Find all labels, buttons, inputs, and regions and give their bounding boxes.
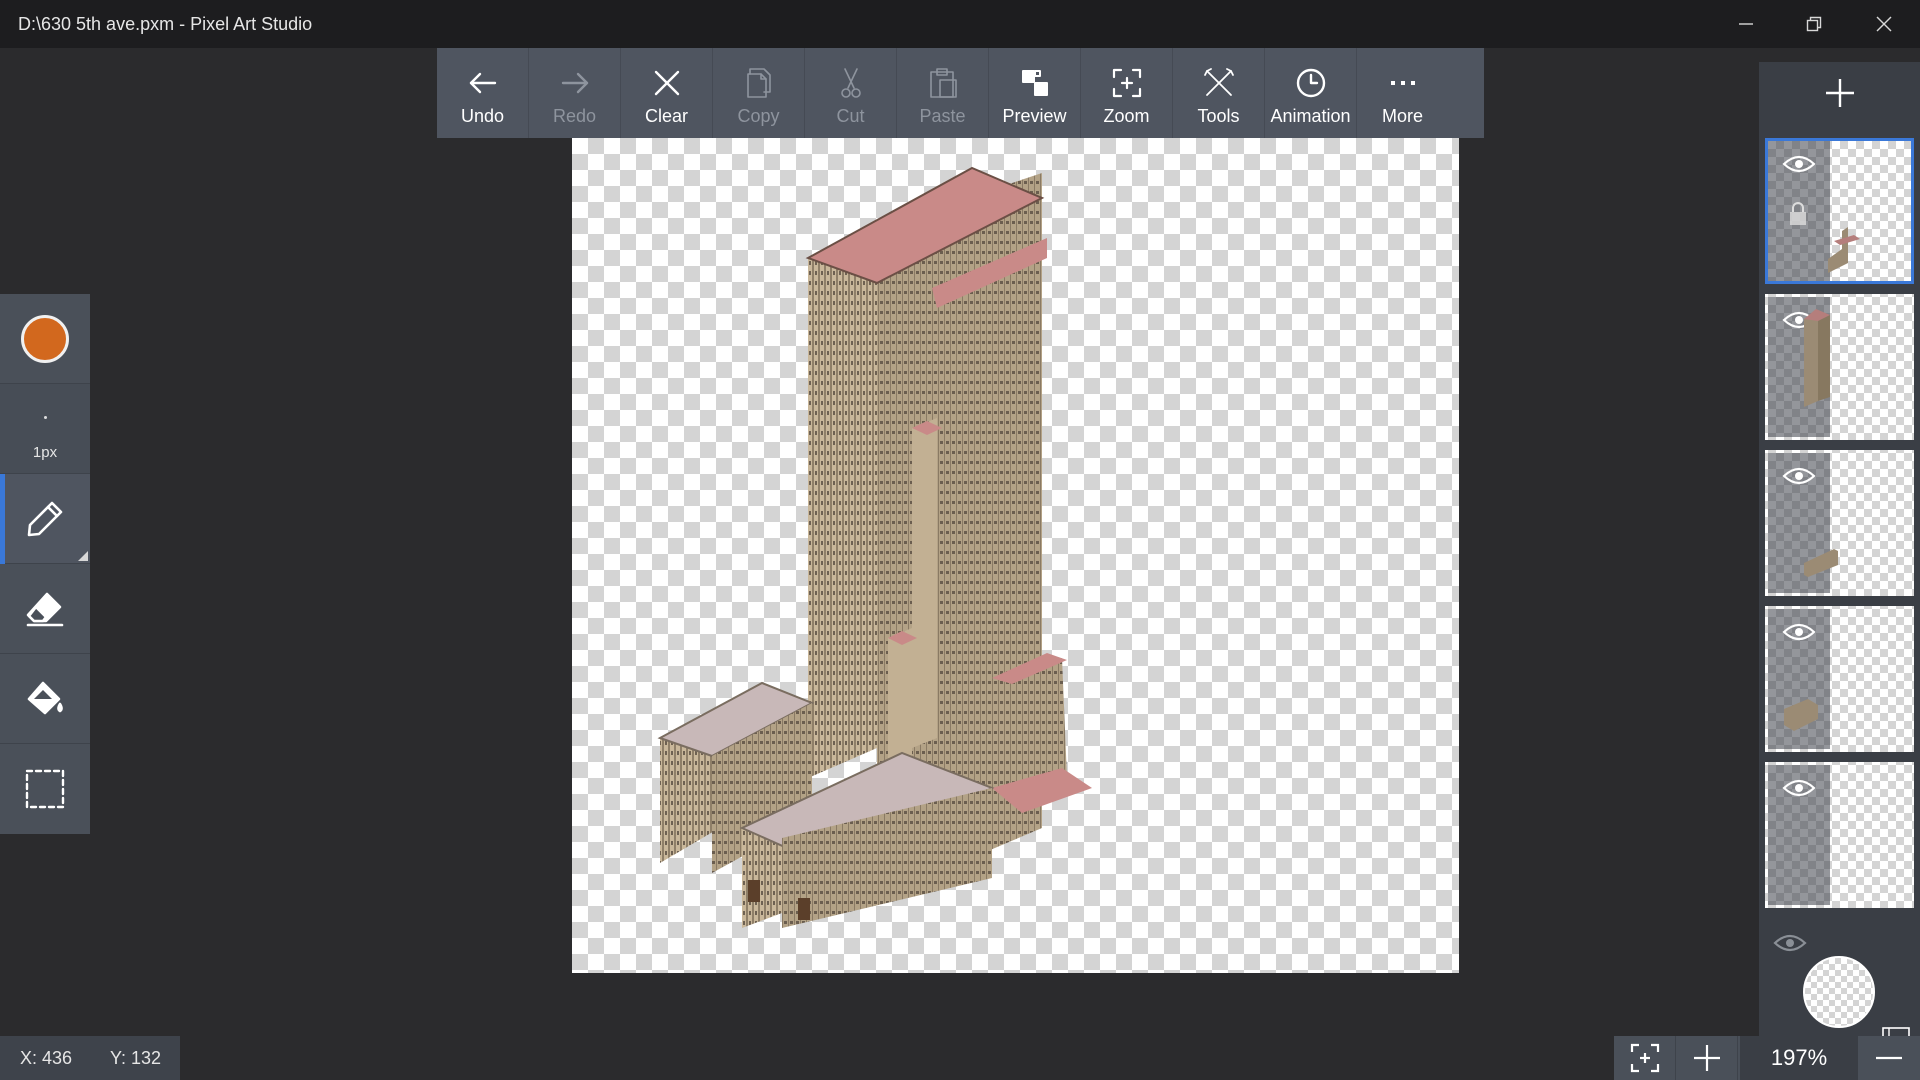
layer-item[interactable]: [1765, 450, 1914, 596]
zoom-frame-icon: [1112, 68, 1141, 98]
cursor-x: X: 436: [20, 1048, 73, 1068]
cursor-y: Y: 132: [110, 1048, 162, 1068]
cut-label: Cut: [836, 106, 865, 126]
more-button[interactable]: More: [1357, 48, 1448, 138]
ellipsis-icon: [1390, 81, 1415, 85]
brush-size-label: 1px: [32, 444, 58, 461]
fit-to-screen-button[interactable]: [1614, 1036, 1676, 1080]
plus-icon: [1693, 1045, 1720, 1071]
pencil-icon: [27, 501, 63, 536]
pencil-tool-button[interactable]: [0, 474, 90, 564]
tools-label: Tools: [1197, 106, 1240, 126]
clear-label: Clear: [644, 106, 688, 126]
arrow-right-icon: [561, 72, 588, 94]
tower-left-face: [808, 228, 877, 778]
layer-item[interactable]: [1765, 606, 1914, 752]
eraser-icon: [26, 592, 64, 626]
building-artwork: [657, 166, 1092, 928]
copy-icon: [746, 68, 771, 98]
close-icon: [1876, 16, 1892, 32]
x-icon: [654, 70, 679, 96]
fill-tool-button[interactable]: [0, 654, 90, 744]
entrance-door-1: [748, 880, 760, 902]
copy-label: Copy: [737, 106, 780, 126]
setback-1: [912, 418, 937, 748]
clock-icon: [1296, 68, 1325, 98]
main-toolbar: Undo Redo Clear Copy Cut Paste Preview Z…: [437, 48, 1484, 138]
more-label: More: [1381, 106, 1423, 126]
background-eye-icon[interactable]: [1773, 932, 1807, 954]
selection-icon: [25, 769, 65, 809]
arrow-left-icon: [469, 72, 496, 94]
active-tool-indicator: [0, 474, 5, 564]
cut-button[interactable]: Cut: [805, 48, 897, 138]
preview-button[interactable]: Preview: [989, 48, 1081, 138]
plus-icon: [1825, 79, 1854, 107]
paint-bucket-icon: [27, 681, 63, 714]
add-layer-button[interactable]: [1759, 62, 1920, 124]
layer-item[interactable]: [1765, 294, 1914, 440]
clear-button[interactable]: Clear: [621, 48, 713, 138]
zoom-button[interactable]: Zoom: [1081, 48, 1173, 138]
zoom-in-button[interactable]: [1676, 1036, 1738, 1080]
zoom-controls: 197%: [1614, 1036, 1920, 1080]
window-title: D:\630 5th ave.pxm - Pixel Art Studio: [18, 14, 313, 34]
preview-label: Preview: [1002, 106, 1067, 126]
undo-button[interactable]: Undo: [437, 48, 529, 138]
minimize-icon: [1739, 23, 1753, 25]
background-color-button[interactable]: [1803, 956, 1875, 1028]
restore-icon: [1806, 16, 1822, 32]
paste-label: Paste: [919, 106, 966, 126]
cursor-status: X: 436 Y: 132: [0, 1036, 180, 1080]
layer-preview: [1804, 309, 1830, 407]
brush-size-preview: [44, 416, 47, 419]
animation-button[interactable]: Animation: [1265, 48, 1357, 138]
eye-icon[interactable]: [1782, 777, 1816, 799]
redo-label: Redo: [552, 106, 597, 126]
layer-item[interactable]: [1765, 762, 1914, 908]
fit-screen-icon: [1630, 1043, 1659, 1073]
title-bar: D:\630 5th ave.pxm - Pixel Art Studio: [0, 0, 1920, 48]
undo-label: Undo: [460, 106, 505, 126]
zoom-level[interactable]: 197%: [1740, 1036, 1858, 1080]
restore-button[interactable]: [1780, 0, 1848, 48]
copy-button[interactable]: Copy: [713, 48, 805, 138]
layer-preview: [1804, 549, 1838, 577]
selection-tool-button[interactable]: [0, 744, 90, 834]
tool-panel: 1px: [0, 294, 90, 834]
tools-icon: [1203, 68, 1234, 96]
layers-panel: [1759, 62, 1920, 1080]
layer-item[interactable]: [1765, 138, 1914, 284]
minimize-button[interactable]: [1712, 0, 1780, 48]
clipboard-icon: [929, 68, 957, 98]
drawing-canvas[interactable]: [572, 138, 1459, 973]
entrance-door-2: [798, 898, 810, 920]
layer-preview: [1784, 699, 1818, 731]
tool-options-indicator: [78, 551, 88, 561]
color-picker-button[interactable]: [0, 294, 90, 384]
redo-button[interactable]: Redo: [529, 48, 621, 138]
animation-label: Animation: [1270, 106, 1351, 126]
primary-color-swatch: [21, 314, 69, 363]
layer-preview: [1828, 227, 1860, 273]
close-button[interactable]: [1850, 0, 1918, 48]
paste-button[interactable]: Paste: [897, 48, 989, 138]
zoom-out-button[interactable]: [1858, 1036, 1920, 1080]
preview-icon: [1021, 70, 1048, 96]
scissors-icon: [840, 68, 861, 98]
zoom-label: Zoom: [1103, 106, 1150, 126]
tools-button[interactable]: Tools: [1173, 48, 1265, 138]
minus-icon: [1876, 1056, 1902, 1060]
brush-size-button[interactable]: 1px: [0, 384, 90, 474]
eraser-tool-button[interactable]: [0, 564, 90, 654]
